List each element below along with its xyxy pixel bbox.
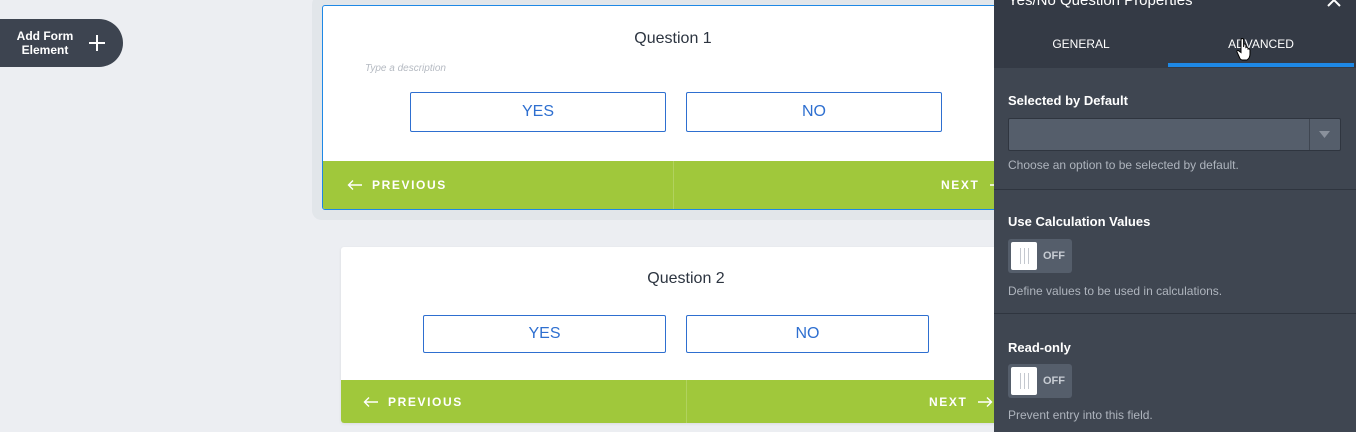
chevron-down-icon [1319, 131, 1330, 138]
close-icon[interactable] [1326, 0, 1342, 8]
toggle-state: OFF [1043, 375, 1065, 387]
panel-title: Yes/No Question Properties [1008, 0, 1193, 9]
active-tab-indicator [1168, 63, 1354, 67]
read-only-label: Read-only [1008, 340, 1071, 355]
previous-label: PREVIOUS [372, 178, 447, 192]
properties-panel: Yes/No Question Properties GENERAL ADVAN… [994, 0, 1356, 432]
arrow-right-icon [978, 396, 993, 407]
selected-by-default-dropdown[interactable] [1008, 118, 1341, 151]
yes-option-button[interactable]: YES [423, 315, 666, 353]
yes-option-button[interactable]: YES [410, 92, 666, 132]
panel-header: Yes/No Question Properties GENERAL ADVAN… [994, 0, 1356, 68]
calculation-values-section: Use Calculation Values OFF Define values… [994, 189, 1356, 314]
footer-divider [686, 380, 687, 423]
footer-divider [673, 161, 674, 209]
arrow-left-icon [363, 396, 378, 407]
previous-label: PREVIOUS [388, 394, 463, 409]
read-only-section: Read-only OFF Prevent entry into this fi… [994, 313, 1356, 432]
description-placeholder[interactable]: Type a description [365, 63, 446, 74]
card-footer: PREVIOUS NEXT [341, 380, 1031, 423]
question-title[interactable]: Question 1 [323, 30, 1023, 48]
card-footer: PREVIOUS NEXT [323, 161, 1023, 209]
previous-button[interactable]: PREVIOUS [363, 380, 463, 423]
calculation-values-label: Use Calculation Values [1008, 214, 1151, 229]
toggle-state: OFF [1043, 250, 1065, 262]
question-card-2[interactable]: Question 2 YES NO PREVIOUS NEXT [341, 247, 1031, 423]
question-title[interactable]: Question 2 [341, 270, 1031, 288]
add-form-element-label: Add Form Element [16, 29, 74, 57]
calculation-values-toggle[interactable]: OFF [1008, 239, 1072, 273]
dropdown-arrow[interactable] [1309, 119, 1340, 150]
next-button[interactable]: NEXT [929, 380, 993, 423]
calculation-values-help: Define values to be used in calculations… [1008, 284, 1223, 298]
no-option-button[interactable]: NO [686, 92, 942, 132]
previous-button[interactable]: PREVIOUS [347, 161, 447, 209]
hand-cursor-icon [1236, 38, 1251, 61]
next-label: NEXT [941, 178, 980, 192]
toggle-knob [1011, 367, 1037, 395]
arrow-left-icon [347, 180, 362, 190]
add-form-element-button[interactable]: Add Form Element [0, 19, 123, 67]
read-only-toggle[interactable]: OFF [1008, 364, 1072, 398]
toggle-knob [1011, 242, 1037, 270]
no-option-button[interactable]: NO [686, 315, 929, 353]
question-card-1[interactable]: Question 1 Type a description YES NO PRE… [322, 5, 1024, 210]
selected-by-default-label: Selected by Default [1008, 93, 1128, 108]
read-only-help: Prevent entry into this field. [1008, 408, 1153, 422]
next-label: NEXT [929, 394, 968, 409]
plus-icon [89, 35, 105, 51]
selected-by-default-help: Choose an option to be selected by defau… [1008, 158, 1239, 172]
